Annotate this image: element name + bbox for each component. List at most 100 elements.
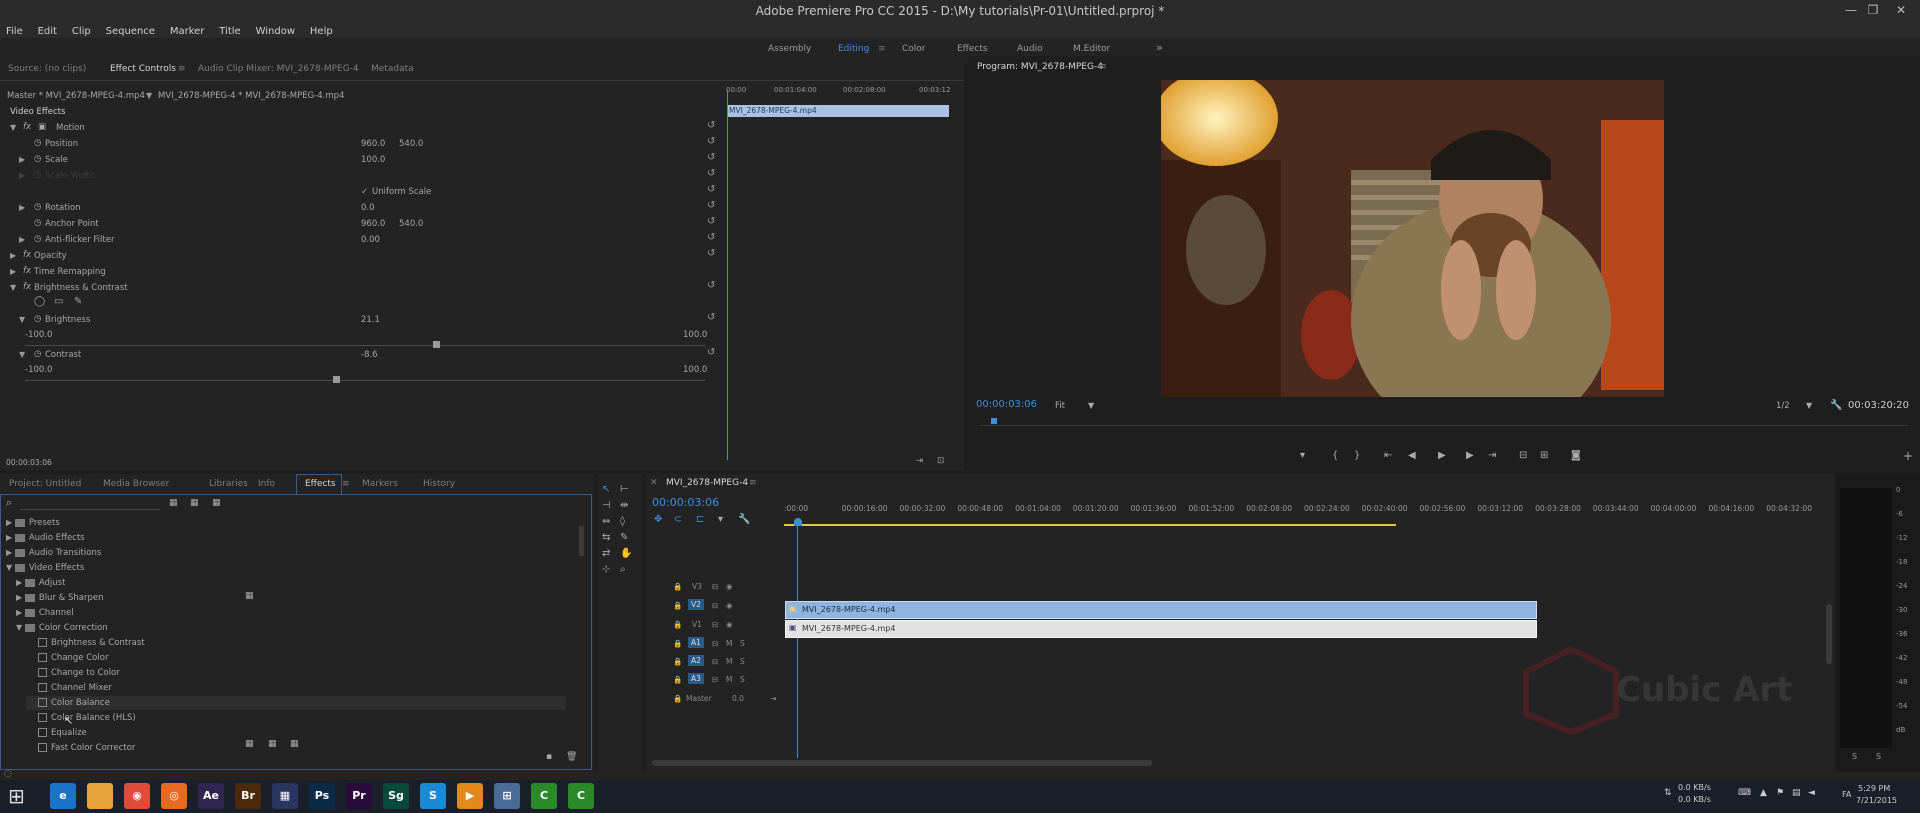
effects-tree-item[interactable]: Channel Mixer	[26, 681, 112, 695]
chevron-down-icon[interactable]: ▼	[6, 563, 12, 572]
tab-source[interactable]: Source: (no clips)	[8, 64, 86, 74]
resolution-select[interactable]: 1/2	[1776, 401, 1790, 411]
chevron-right-icon[interactable]: ▶	[6, 548, 12, 557]
lift-icon[interactable]: ⊟	[1519, 450, 1527, 461]
rectangle-mask-icon[interactable]: ▭	[54, 296, 63, 307]
brightness-slider-thumb[interactable]	[433, 341, 441, 348]
snap-icon[interactable]: ⊂	[674, 514, 682, 525]
tab-history[interactable]: History	[423, 479, 455, 489]
32bit-effects-icon[interactable]: ▦	[190, 498, 199, 508]
pen-mask-icon[interactable]: ✎	[74, 296, 82, 307]
clip-v1[interactable]: ▣ MVI_2678-MPEG-4.mp4	[785, 620, 1537, 638]
play-button[interactable]: ▶	[1438, 450, 1446, 461]
filter-icon[interactable]: ⇥	[916, 456, 923, 466]
effects-tree-item[interactable]: ▶ Audio Transitions	[6, 546, 101, 560]
wrench-icon[interactable]: 🔧	[1830, 400, 1842, 411]
extract-icon[interactable]: ⊞	[1540, 450, 1548, 461]
horizontal-scrollbar[interactable]	[646, 760, 1834, 766]
panel-menu-icon[interactable]: ≡	[749, 478, 757, 488]
reset-icon[interactable]: ↺	[707, 200, 715, 211]
antiflicker-value[interactable]: 0.00	[361, 235, 380, 245]
anchor-y-value[interactable]: 540.0	[399, 219, 423, 229]
eye-icon[interactable]: ◉	[726, 582, 733, 591]
solo-left-button[interactable]: S	[1852, 752, 1857, 761]
reset-icon[interactable]: ↺	[707, 120, 715, 131]
search-icon[interactable]: ⌕	[6, 496, 12, 510]
flag-icon[interactable]: ⚑	[1776, 788, 1784, 798]
taskbar-app-icon[interactable]: C	[568, 783, 594, 809]
pen-tool-icon[interactable]: ✎	[620, 532, 628, 543]
taskbar-app-icon[interactable]: e	[50, 783, 76, 809]
stopwatch-icon[interactable]: ◷	[34, 349, 41, 359]
nest-icon[interactable]: ✥	[654, 514, 662, 525]
effects-tree-item[interactable]: Fast Color Corrector	[26, 741, 135, 755]
effects-tree-item[interactable]: ▶ Blur & Sharpen	[16, 591, 103, 605]
reset-icon[interactable]: ↺	[707, 347, 715, 358]
tray-expand-icon[interactable]: ▲	[1760, 788, 1767, 798]
razor-tool-icon[interactable]: ◊	[620, 516, 625, 527]
taskbar-app-icon[interactable]: ◎	[161, 783, 187, 809]
reset-icon[interactable]: ↺	[707, 216, 715, 227]
timeline-timecode[interactable]: 00:00:03:06	[652, 496, 719, 509]
mute-button[interactable]: M	[726, 639, 732, 648]
selection-tool-icon[interactable]: ↖	[602, 484, 610, 495]
position-y-value[interactable]: 540.0	[399, 139, 423, 149]
opacity-expand-icon[interactable]: ▶	[10, 251, 16, 260]
program-scrub-bar[interactable]	[980, 418, 1908, 426]
workspace-editing[interactable]: Editing	[838, 44, 869, 54]
clock-date[interactable]: 7/21/2015	[1856, 796, 1897, 805]
effects-tree-item[interactable]: Color Balance	[26, 696, 566, 710]
rotation-value[interactable]: 0.0	[361, 203, 375, 213]
lock-icon[interactable]: 🔒	[673, 620, 682, 629]
reset-icon[interactable]: ↺	[707, 184, 715, 195]
zoom-fit-select[interactable]: Fit	[1055, 401, 1065, 411]
step-forward-icon[interactable]: ▶	[1466, 450, 1474, 461]
chevron-down-icon[interactable]: ▼	[1806, 401, 1812, 410]
close-button[interactable]: ✕	[1886, 0, 1916, 22]
sequence-clip-label[interactable]: MVI_2678-MPEG-4 * MVI_2678-MPEG-4.mp4	[158, 91, 344, 101]
mute-button[interactable]: M	[726, 657, 732, 666]
taskbar-app-icon[interactable]	[87, 783, 113, 809]
effects-tree-item[interactable]: ▶ Channel	[16, 606, 74, 620]
reset-icon[interactable]: ↺	[707, 168, 715, 179]
ellipse-mask-icon[interactable]: ◯	[34, 296, 45, 307]
stopwatch-icon[interactable]: ◷	[34, 234, 41, 244]
contrast-expand-icon[interactable]: ▼	[19, 350, 25, 359]
solo-button[interactable]: S	[740, 657, 745, 666]
track-a1[interactable]: A1	[688, 637, 704, 648]
step-back-icon[interactable]: ◀	[1408, 450, 1416, 461]
effects-tree-item[interactable]: Color Balance (HLS)	[26, 711, 136, 725]
mark-out-icon[interactable]: }	[1354, 450, 1360, 461]
solo-right-button[interactable]: S	[1876, 752, 1881, 761]
search-input[interactable]	[20, 498, 160, 510]
start-button[interactable]: ⊞	[8, 784, 25, 808]
scale-expand-icon[interactable]: ▶	[19, 155, 25, 164]
sync-lock-icon[interactable]: ⊟	[712, 639, 718, 648]
yuv-effects-icon[interactable]: ▦	[212, 498, 221, 508]
ripple-edit-tool-icon[interactable]: ⊣	[602, 500, 611, 511]
tab-markers[interactable]: Markers	[362, 479, 398, 489]
workspace-assembly[interactable]: Assembly	[768, 44, 811, 54]
sync-lock-icon[interactable]: ⊟	[712, 657, 718, 666]
effects-tree-item[interactable]: ▼ Color Correction	[16, 621, 108, 635]
rotation-expand-icon[interactable]: ▶	[19, 203, 25, 212]
ripple-tool-icon[interactable]: ⊹	[602, 564, 610, 575]
master-clip-label[interactable]: Master * MVI_2678-MPEG-4.mp4	[7, 91, 145, 101]
rolling-edit-tool-icon[interactable]: ⇹	[620, 500, 628, 511]
chevron-down-icon[interactable]: ▼	[16, 623, 22, 632]
export-frame-icon[interactable]: ◙	[1571, 450, 1581, 461]
taskbar-app-icon[interactable]: Sg	[383, 783, 409, 809]
workspace-color[interactable]: Color	[902, 44, 926, 54]
scrollbar[interactable]	[579, 526, 584, 556]
anchor-x-value[interactable]: 960.0	[361, 219, 385, 229]
stopwatch-icon[interactable]: ◷	[34, 314, 41, 324]
trash-icon[interactable]: 🗑	[566, 752, 577, 762]
panel-menu-icon[interactable]: ≡	[1099, 62, 1107, 72]
go-to-out-icon[interactable]: ⇥	[1488, 450, 1496, 461]
timeline-ruler[interactable]: :00:00 00:00:16:00 00:00:32:00 00:00:48:00 0…	[784, 504, 1824, 518]
sync-lock-icon[interactable]: ⊟	[712, 601, 718, 610]
taskbar-app-icon[interactable]: Ae	[198, 783, 224, 809]
reset-icon[interactable]: ↺	[707, 280, 715, 291]
tab-project[interactable]: Project: Untitled	[9, 479, 81, 489]
workspace-overflow-icon[interactable]: »	[1156, 41, 1163, 54]
